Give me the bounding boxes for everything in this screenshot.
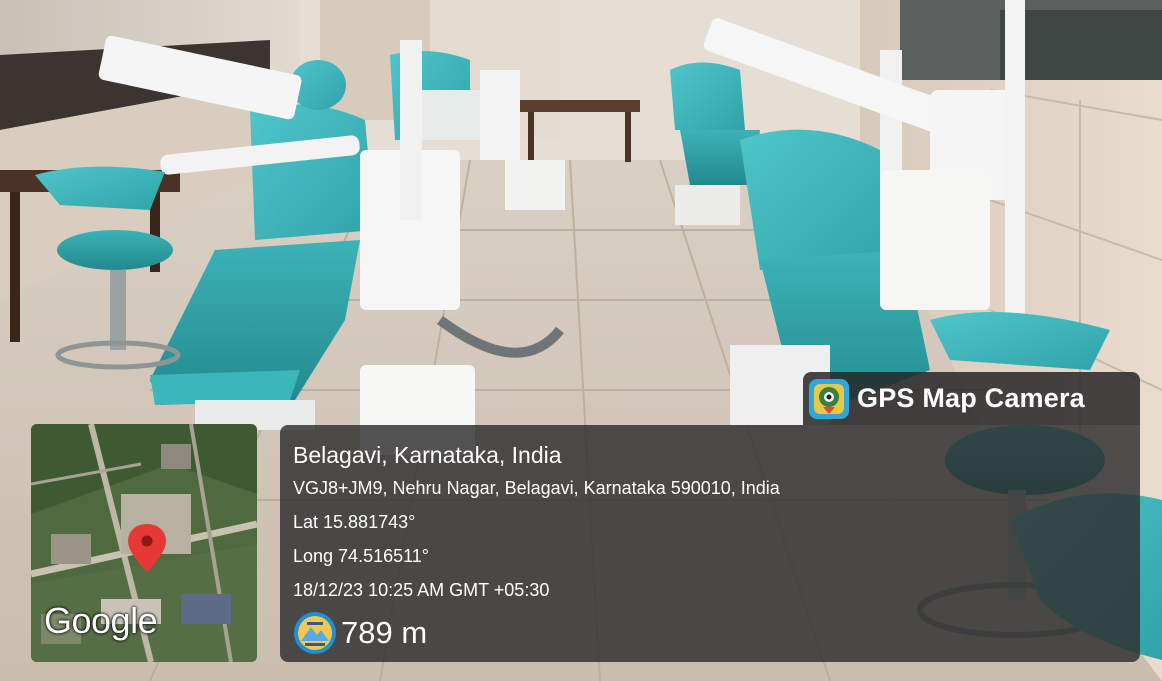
altitude-row: 789 m — [293, 611, 780, 655]
latitude: Lat 15.881743° — [293, 512, 416, 532]
geotag-text: Belagavi, Karnataka, India VGJ8+JM9, Neh… — [293, 440, 780, 655]
altitude-value: 789 m — [341, 615, 428, 650]
city-line: Belagavi, Karnataka, India — [293, 442, 562, 468]
badge-label: GPS Map Camera — [857, 383, 1085, 413]
altitude-icon — [294, 612, 336, 654]
photo-frame: GPS Map Camera Belagavi, Karnataka, Indi… — [0, 0, 1162, 681]
google-attribution: Google — [44, 600, 158, 641]
datetime: 18/12/23 10:25 AM GMT +05:30 — [293, 580, 550, 600]
address-line: VGJ8+JM9, Nehru Nagar, Belagavi, Karnata… — [293, 478, 780, 498]
gps-map-camera-app-icon — [809, 378, 849, 419]
gps-map-camera-badge: GPS Map Camera — [803, 372, 1140, 425]
longitude: Long 74.516511° — [293, 546, 429, 566]
